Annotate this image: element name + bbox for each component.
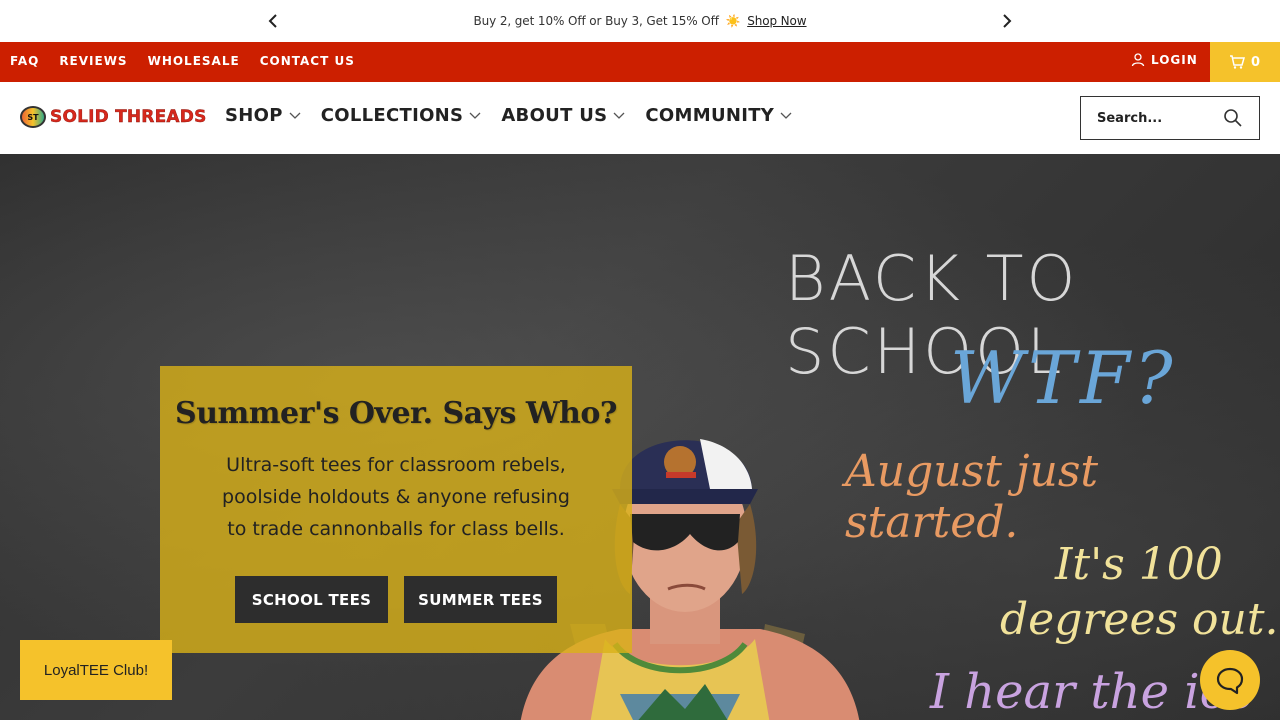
hero-banner: BACK TO SCHOOL WTF? August just started.…: [0, 154, 1280, 720]
login-label: LOGIN: [1151, 53, 1198, 67]
faq-link[interactable]: FAQ: [10, 54, 39, 68]
chevron-down-icon: [289, 112, 301, 119]
logo-text: SOLID THREADS: [50, 107, 207, 127]
hero-subtitle-line: Ultra-soft tees for classroom rebels,: [226, 454, 566, 476]
hero-subtitle: Ultra-soft tees for classroom rebels, po…: [160, 449, 632, 545]
nav-collections-label: COLLECTIONS: [320, 105, 464, 126]
hero-title: Summer's Over. Says Who?: [175, 396, 617, 431]
announcement-text: Buy 2, get 10% Off or Buy 3, Get 15% Off…: [473, 14, 806, 28]
contact-us-link[interactable]: CONTACT US: [260, 54, 355, 68]
nav-about-label: ABOUT US: [501, 105, 608, 126]
hero-subtitle-line: poolside holdouts & anyone refusing: [222, 486, 570, 508]
search-input[interactable]: [1097, 110, 1217, 126]
summer-tees-button[interactable]: SUMMER TEES: [404, 576, 557, 623]
utility-bar: FAQ REVIEWS WHOLESALE CONTACT US LOGIN 0: [0, 42, 1280, 82]
chevron-down-icon: [613, 112, 625, 119]
chalk-line: August just started.: [845, 446, 1099, 548]
chevron-down-icon: [780, 112, 792, 119]
chat-bubble-icon: [1216, 667, 1244, 695]
chevron-down-icon: [469, 112, 481, 119]
user-icon: [1131, 53, 1145, 67]
wholesale-link[interactable]: WHOLESALE: [148, 54, 240, 68]
chalk-line: degrees out.: [1000, 594, 1279, 645]
cart-count: 0: [1250, 54, 1262, 70]
chalk-line: It's 100: [1055, 539, 1223, 590]
nav-shop[interactable]: SHOP: [225, 105, 301, 126]
chalk-line: WTF?: [950, 336, 1177, 420]
main-header: ST SOLID THREADS SHOP COLLECTIONS ABOUT …: [0, 82, 1280, 154]
nav-community[interactable]: COMMUNITY: [645, 105, 792, 126]
search-icon[interactable]: [1223, 108, 1243, 128]
announcement-bar: Buy 2, get 10% Off or Buy 3, Get 15% Off…: [0, 0, 1280, 42]
login-link[interactable]: LOGIN: [1131, 53, 1198, 67]
nav-about-us[interactable]: ABOUT US: [501, 105, 625, 126]
help-chat-button[interactable]: [1200, 650, 1260, 710]
sun-icon: ☀️: [725, 14, 741, 28]
logo[interactable]: ST SOLID THREADS: [20, 106, 207, 128]
cart-icon: [1229, 55, 1245, 69]
utility-links: FAQ REVIEWS WHOLESALE CONTACT US: [10, 54, 355, 68]
reviews-link[interactable]: REVIEWS: [59, 54, 127, 68]
school-tees-button[interactable]: SCHOOL TEES: [235, 576, 388, 623]
cart-button[interactable]: 0: [1210, 42, 1280, 82]
hero-subtitle-line: to trade cannonballs for class bells.: [227, 518, 565, 540]
main-nav: SHOP COLLECTIONS ABOUT US COMMUNITY: [225, 105, 792, 126]
hero-buttons: SCHOOL TEES SUMMER TEES: [235, 576, 557, 623]
nav-collections[interactable]: COLLECTIONS: [321, 105, 482, 126]
search-box: [1080, 96, 1260, 140]
nav-shop-label: SHOP: [225, 105, 283, 126]
loyalty-club-button[interactable]: LoyalTEE Club!: [20, 640, 172, 700]
hero-promo-box: Summer's Over. Says Who? Ultra-soft tees…: [160, 366, 632, 653]
chevron-right-icon[interactable]: [997, 12, 1015, 30]
chevron-left-icon[interactable]: [265, 12, 283, 30]
nav-community-label: COMMUNITY: [645, 105, 775, 126]
logo-badge: ST: [20, 106, 46, 128]
shop-now-link[interactable]: Shop Now: [747, 14, 806, 28]
promo-text: Buy 2, get 10% Off or Buy 3, Get 15% Off: [473, 14, 719, 28]
